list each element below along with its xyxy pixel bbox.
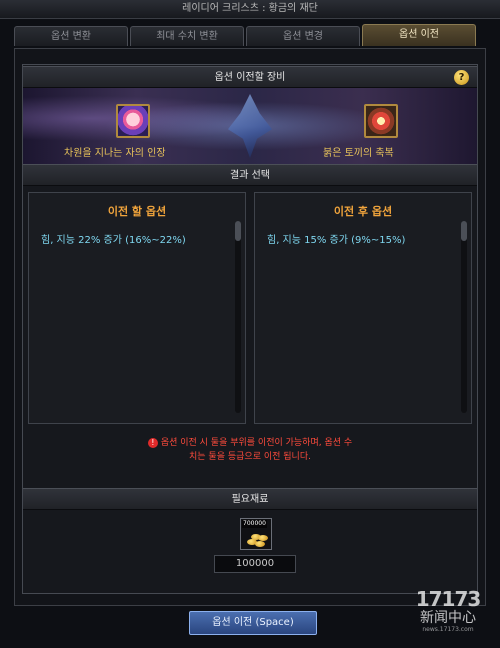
before-scrollbar-thumb[interactable] xyxy=(235,221,241,241)
before-option-row[interactable]: 힘, 지능 22% 증가 (16%~22%) xyxy=(41,231,186,246)
tab-bar: 옵션 변환 최대 수치 변환 옵션 변경 옵션 이전 xyxy=(14,24,486,48)
watermark: 17173 新闻中心 news.17173.com xyxy=(398,588,498,644)
coin-shape xyxy=(255,541,265,547)
tab-option-transfer[interactable]: 옵션 이전 xyxy=(362,24,476,46)
before-option-title: 이전 할 옵션 xyxy=(107,205,167,218)
equipment-banner: 차원을 지나는 자의 인장 붉은 토끼의 축복 xyxy=(23,88,477,164)
warning-line-1: 옵션 이전 시 둘을 부위를 이전이 가능하며, 옵션 수 xyxy=(160,438,353,448)
warning-icon: ! xyxy=(147,437,158,448)
help-icon[interactable]: ? xyxy=(454,70,469,85)
materials-section-title: 필요재료 xyxy=(231,494,269,505)
window-title: 레이디어 크리스츠 : 황금의 재단 xyxy=(0,0,500,19)
after-option-row[interactable]: 힘, 지능 15% 증가 (9%~15%) xyxy=(267,231,405,246)
before-scrollbar[interactable] xyxy=(235,221,241,413)
equipment-item-source-name: 차원을 지나는 자의 인장 xyxy=(64,148,166,159)
coin-shape xyxy=(258,535,268,541)
watermark-subtitle: 新闻中心 xyxy=(420,610,476,626)
gold-coins-icon[interactable]: 700000 xyxy=(240,518,272,550)
doll-icon[interactable] xyxy=(116,104,150,138)
warning-line-2: 치는 둘을 등급으로 이전 됩니다. xyxy=(189,452,311,462)
equipment-item-target-name: 붉은 토끼의 축복 xyxy=(323,148,394,159)
equipment-section-header: 옵션 이전할 장비 ? xyxy=(23,66,477,88)
transfer-option-button[interactable]: 옵션 이전 (Space) xyxy=(189,611,317,635)
materials-section-header: 필요재료 xyxy=(23,488,477,510)
after-scrollbar[interactable] xyxy=(461,221,467,413)
watermark-url: news.17173.com xyxy=(422,626,474,633)
result-section-title: 결과 선택 xyxy=(230,170,270,181)
material-quantity: 100000 xyxy=(214,555,296,573)
watermark-brand: 17173 xyxy=(415,587,482,611)
transfer-warning: ! 옵션 이전 시 둘을 부위를 이전이 가능하며, 옵션 수 치는 둘을 등급으… xyxy=(28,436,472,480)
after-scrollbar-thumb[interactable] xyxy=(461,221,467,241)
after-option-title: 이전 후 옵션 xyxy=(333,205,393,218)
material-item-label: 700000 xyxy=(242,520,267,528)
tab-option-change[interactable]: 옵션 변경 xyxy=(246,26,360,46)
equipment-section-title: 옵션 이전할 장비 xyxy=(214,72,286,83)
before-option-list[interactable]: 이전 할 옵션 힘, 지능 22% 증가 (16%~22%) xyxy=(28,192,246,424)
tab-max-value-convert[interactable]: 최대 수치 변환 xyxy=(130,26,244,46)
tab-option-convert[interactable]: 옵션 변환 xyxy=(14,26,128,46)
crystal-decoration-icon xyxy=(228,94,272,158)
result-columns: 이전 할 옵션 힘, 지능 22% 증가 (16%~22%) 이전 후 옵션 힘… xyxy=(28,192,472,426)
blessing-icon[interactable] xyxy=(364,104,398,138)
result-section-header: 결과 선택 xyxy=(23,164,477,186)
after-option-list[interactable]: 이전 후 옵션 힘, 지능 15% 증가 (9%~15%) xyxy=(254,192,472,424)
